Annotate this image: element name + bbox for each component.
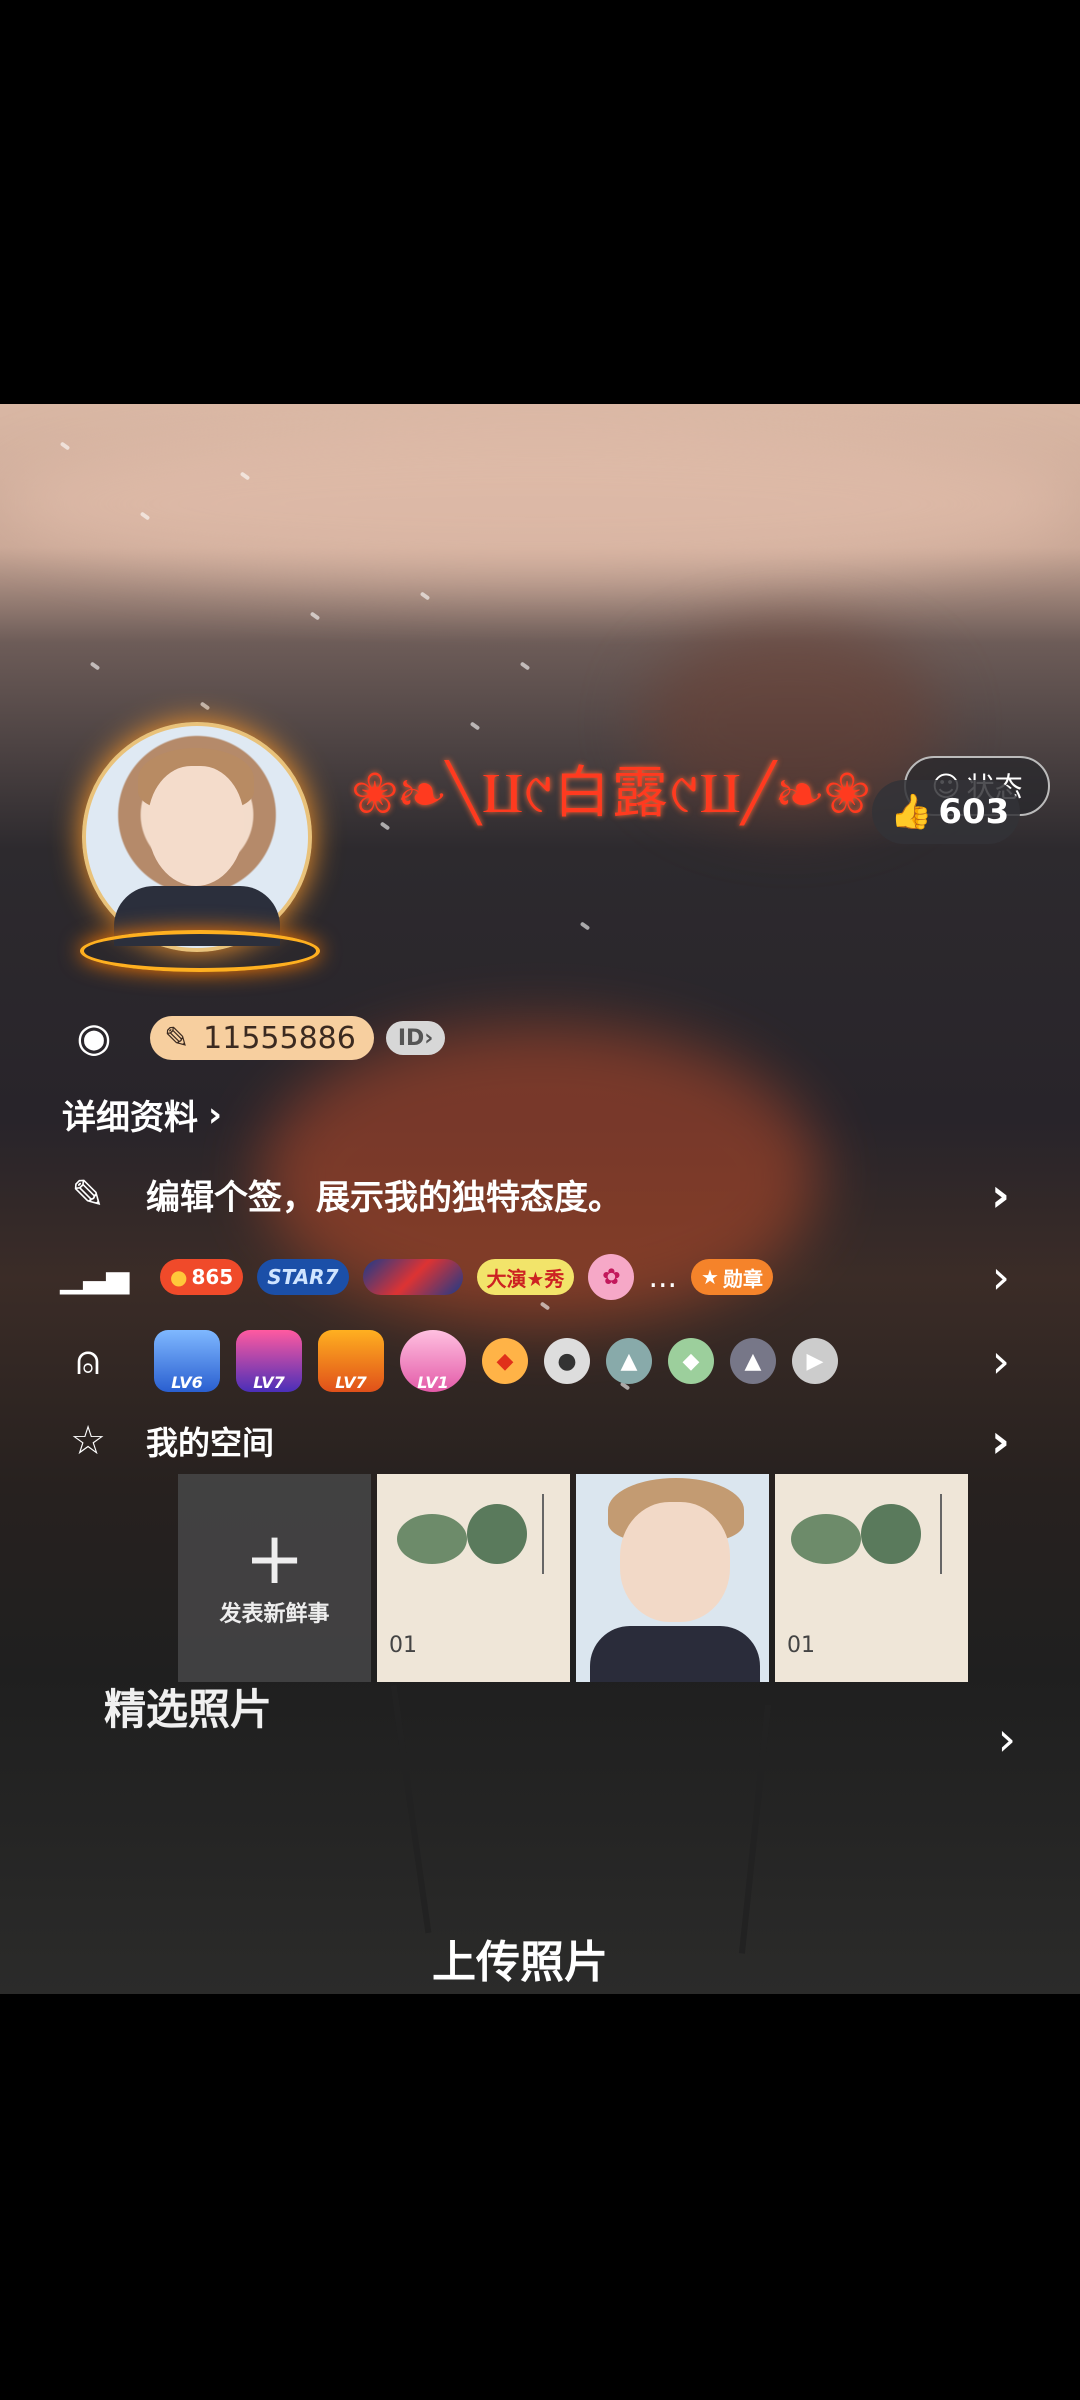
qq-number-badge[interactable]: ✎ 11555886 bbox=[150, 1016, 374, 1060]
coin-icon: ● bbox=[170, 1265, 188, 1289]
like-button[interactable]: 👍 603 bbox=[872, 780, 1020, 844]
level-badge-3-label: LV7 bbox=[335, 1373, 367, 1392]
uk-flag-badge bbox=[362, 1259, 463, 1295]
level-badge-4: LV1 bbox=[400, 1330, 466, 1392]
level-icons-row[interactable]: ⍝ LV6 LV7 LV7 LV1 ◆ ● ▲ ◆ ▲ ▶ › bbox=[60, 1330, 1050, 1392]
space-thumbnail[interactable] bbox=[576, 1474, 769, 1682]
chevron-right-icon: › bbox=[991, 1334, 1010, 1388]
medal-badge: ★ 勋章 bbox=[691, 1259, 773, 1295]
badges-row[interactable]: ▁▃▅ ● 865 STAR7 大演★秀 ✿ ... ★ 勋章 › bbox=[60, 1250, 1050, 1304]
hat-icon-2: ▲ bbox=[730, 1338, 776, 1384]
post-new-button[interactable]: + 发表新鲜事 bbox=[178, 1474, 371, 1682]
chevron-right-icon: › bbox=[991, 1250, 1010, 1304]
space-thumbnail[interactable]: 01 bbox=[775, 1474, 968, 1682]
star-badge: STAR7 bbox=[257, 1259, 349, 1295]
thumbnail-number: 01 bbox=[389, 1633, 417, 1658]
signal-bars-icon: ▁▃▅ bbox=[60, 1259, 130, 1295]
diamond-icon: ◆ bbox=[482, 1338, 528, 1384]
level-badge-2: LV7 bbox=[236, 1330, 302, 1392]
bomb-icon: ● bbox=[544, 1338, 590, 1384]
qq-number: 11555886 bbox=[203, 1020, 356, 1056]
star-outline-icon: ☆ bbox=[70, 1418, 106, 1464]
level-badge-2-label: LV7 bbox=[253, 1373, 285, 1392]
pencil-icon: ✎ bbox=[71, 1171, 105, 1218]
more-badges: ... bbox=[648, 1259, 678, 1295]
chevron-right-icon[interactable]: › bbox=[998, 1712, 1016, 1766]
show-badge: 大演★秀 bbox=[476, 1259, 575, 1295]
gem-icon: ◆ bbox=[668, 1338, 714, 1384]
avatar[interactable] bbox=[82, 722, 312, 952]
space-thumbnail[interactable]: 01 bbox=[377, 1474, 570, 1682]
detail-link[interactable]: 详细资料 › bbox=[62, 1090, 1050, 1139]
score-value: 865 bbox=[191, 1265, 234, 1289]
featured-photos-title: 精选照片 bbox=[104, 1685, 273, 1734]
id-badge[interactable]: ID › bbox=[385, 1021, 446, 1055]
upload-photo-button[interactable]: 上传照片 bbox=[432, 1926, 608, 1990]
like-count: 603 bbox=[938, 792, 1010, 832]
level-badge-4-label: LV1 bbox=[417, 1373, 449, 1392]
penguin-icon: ◉ bbox=[76, 1015, 112, 1061]
detail-link-label: 详细资料 bbox=[62, 1098, 198, 1138]
post-new-label: 发表新鲜事 bbox=[219, 1602, 330, 1627]
my-space-title: 我的空间 bbox=[146, 1424, 275, 1462]
star-badge-label: STAR7 bbox=[267, 1265, 339, 1289]
play-icon: ▶ bbox=[792, 1338, 838, 1384]
plus-icon: + bbox=[244, 1516, 305, 1600]
chevron-right-icon: › bbox=[424, 1025, 434, 1051]
pen-icon: ✎ bbox=[164, 1020, 190, 1056]
profile-name: ❀❧╲⨿୯白露୯⨿╱❧❀ bbox=[352, 761, 872, 826]
level-badge-1-label: LV6 bbox=[171, 1373, 203, 1392]
signature-prompt: 编辑个签，展示我的独特态度。 bbox=[146, 1178, 622, 1218]
avatar-frame-halo bbox=[80, 930, 320, 972]
chevron-right-icon: › bbox=[991, 1167, 1010, 1222]
thumbnail-number: 01 bbox=[787, 1633, 815, 1658]
qq-number-row: ◉ ✎ 11555886 ID › bbox=[66, 1015, 1050, 1061]
space-thumbnails: + 发表新鲜事 01 01 bbox=[178, 1474, 968, 1682]
chevron-right-icon: › bbox=[991, 1414, 1010, 1468]
my-space-row[interactable]: ☆ 我的空间 › bbox=[60, 1414, 1050, 1468]
thumbs-up-icon: 👍 bbox=[890, 792, 933, 832]
score-badge: ● 865 bbox=[160, 1259, 244, 1295]
bell-icon: ⍝ bbox=[76, 1338, 100, 1384]
level-badge-1: LV6 bbox=[154, 1330, 220, 1392]
hat-icon: ▲ bbox=[606, 1338, 652, 1384]
medal-label: 勋章 bbox=[722, 1266, 763, 1291]
id-badge-label: ID bbox=[397, 1025, 425, 1051]
pink-flower-icon: ✿ bbox=[588, 1254, 635, 1300]
show-badge-label: 大演★秀 bbox=[486, 1266, 565, 1291]
chevron-right-icon: › bbox=[208, 1094, 223, 1135]
star-icon: ★ bbox=[701, 1265, 719, 1289]
signature-row[interactable]: ✎ 编辑个签，展示我的独特态度。 › bbox=[60, 1167, 1050, 1222]
level-badge-3: LV7 bbox=[318, 1330, 384, 1392]
